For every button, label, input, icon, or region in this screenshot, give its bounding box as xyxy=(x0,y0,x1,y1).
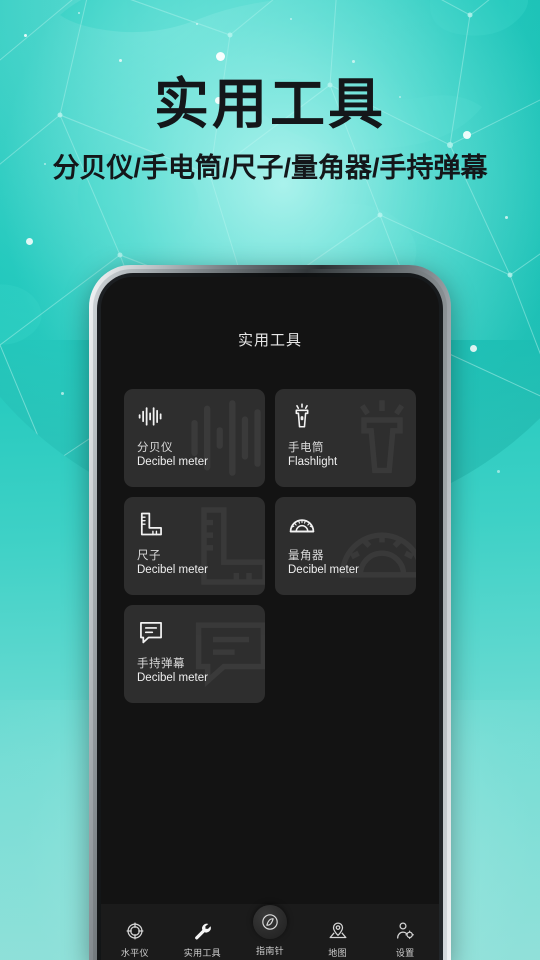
nav-item-settings[interactable]: 设置 xyxy=(371,911,439,959)
tool-card-ruler[interactable]: 尺子 Decibel meter xyxy=(124,497,265,595)
tool-name-en: Flashlight xyxy=(288,456,338,468)
wrench-icon xyxy=(192,921,212,941)
poster-subtitle: 分贝仪/手电筒/尺子/量角器/手持弹幕 xyxy=(52,153,488,183)
nav-item-map[interactable]: 地图 xyxy=(304,911,372,959)
level-crosshair-icon xyxy=(125,921,145,941)
user-gear-icon xyxy=(395,921,415,941)
map-pin-icon xyxy=(328,921,348,941)
nav-item-tools[interactable]: 实用工具 xyxy=(169,911,237,959)
ruler-icon xyxy=(137,510,165,538)
tool-name-en: Decibel meter xyxy=(288,564,359,576)
tool-name-cn: 手电筒 xyxy=(288,442,324,454)
poster-title: 实用工具 xyxy=(153,73,386,135)
compass-icon xyxy=(262,914,278,930)
ruler-watermark-icon xyxy=(183,501,265,591)
tool-card-flashlight[interactable]: 手电筒 Flashlight xyxy=(275,389,416,487)
tool-name-cn: 手持弹幕 xyxy=(137,658,185,670)
tool-name-cn: 分贝仪 xyxy=(137,442,173,454)
chat-bubble-watermark-icon xyxy=(183,609,265,699)
tool-card-decibel-meter[interactable]: 分贝仪 Decibel meter xyxy=(124,389,265,487)
nav-label: 地图 xyxy=(328,948,347,958)
waveform-icon xyxy=(137,402,165,430)
bottom-navigation-bar: 水平仪 实用工具 指南针 地图 设置 xyxy=(101,904,439,960)
app-title: 实用工具 xyxy=(237,332,302,349)
tools-grid: 分贝仪 Decibel meter 手电筒 Flashlight 尺子 Deci… xyxy=(124,389,416,703)
tool-card-danmaku[interactable]: 手持弹幕 Decibel meter xyxy=(124,605,265,703)
tool-name-en: Decibel meter xyxy=(137,564,208,576)
tool-name-cn: 量角器 xyxy=(288,550,324,562)
protractor-icon xyxy=(288,510,316,538)
nav-label: 设置 xyxy=(395,948,415,958)
phone-mockup: 实用工具 分贝仪 Decibel meter 手电筒 Flashlight 尺子… xyxy=(89,265,451,960)
poster-canvas: 实用工具 分贝仪/手电筒/尺子/量角器/手持弹幕 实用工具 分贝仪 Decibe… xyxy=(0,0,540,960)
nav-item-compass[interactable]: 指南针 xyxy=(236,905,304,959)
tool-card-protractor[interactable]: 量角器 Decibel meter xyxy=(275,497,416,595)
protractor-watermark-icon xyxy=(334,501,416,591)
tool-name-cn: 尺子 xyxy=(137,550,161,562)
nav-label: 水平仪 xyxy=(120,948,149,958)
nav-label: 实用工具 xyxy=(183,948,221,958)
compass-fab[interactable] xyxy=(252,905,287,939)
chat-bubble-icon xyxy=(137,618,165,646)
poster-header: 实用工具 分贝仪/手电筒/尺子/量角器/手持弹幕 xyxy=(0,72,540,184)
nav-item-level[interactable]: 水平仪 xyxy=(101,911,169,959)
flashlight-watermark-icon xyxy=(334,393,416,483)
flashlight-icon xyxy=(288,402,316,430)
waveform-watermark-icon xyxy=(183,393,265,483)
tool-name-en: Decibel meter xyxy=(137,456,208,468)
tool-name-en: Decibel meter xyxy=(137,672,208,684)
phone-screen: 实用工具 分贝仪 Decibel meter 手电筒 Flashlight 尺子… xyxy=(101,277,439,960)
nav-label: 指南针 xyxy=(256,946,284,956)
